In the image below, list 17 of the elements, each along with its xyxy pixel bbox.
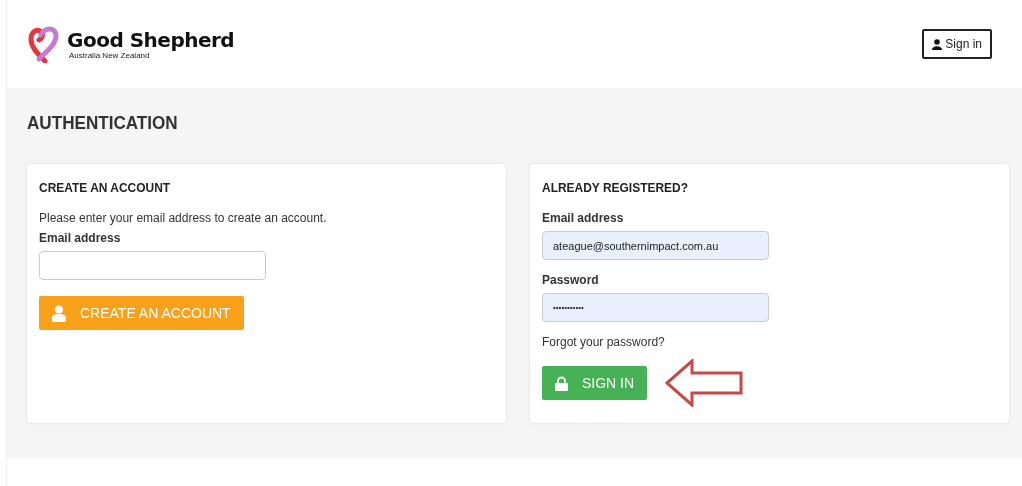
password-field[interactable]: ••••••••••• [542, 293, 769, 322]
panel-heading: ALREADY REGISTERED? [542, 180, 689, 195]
email-field[interactable] [39, 251, 266, 280]
email-field[interactable]: ateague@southernimpact.com.au [542, 231, 769, 260]
page-title: AUTHENTICATION [27, 111, 179, 135]
field-label: Email address [542, 211, 625, 225]
field-label: Password [542, 273, 600, 287]
sign-in-button[interactable]: Sign in [922, 29, 992, 59]
user-icon [52, 304, 66, 322]
forgot-password-link[interactable]: Forgot your password? [542, 335, 997, 349]
panel-heading: CREATE AN ACCOUNT [39, 180, 172, 195]
lock-icon [555, 375, 568, 391]
intro-text: Please enter your email address to create an account. [39, 211, 328, 225]
brand-tagline: Australia New Zealand [69, 50, 150, 60]
user-icon [932, 38, 943, 50]
field-label: Email address [39, 231, 122, 245]
brand-name: Good Shepherd [67, 28, 235, 51]
